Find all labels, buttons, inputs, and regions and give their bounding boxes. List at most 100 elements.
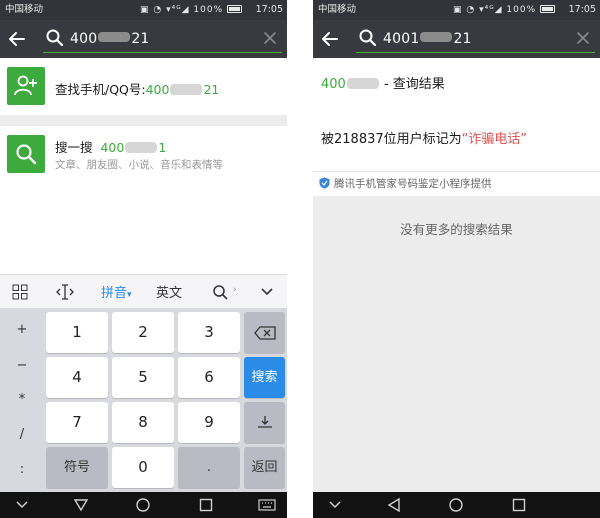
search-input[interactable]: 400 21 [43,25,282,53]
clear-icon[interactable] [575,30,591,46]
redacted-digits [170,84,203,95]
keyboard-icon[interactable] [258,497,276,513]
add-person-icon [14,75,37,96]
return-key[interactable]: 返回 [244,447,285,488]
search-icon [359,29,377,47]
query-suffix: 21 [453,31,472,47]
back-triangle-icon[interactable] [73,497,89,513]
home-circle-icon[interactable] [135,497,151,513]
section-divider [0,115,287,126]
symbol-key[interactable]: + [0,322,44,337]
sousou-row[interactable]: 搜一搜 400 1 文章、朋友圈、小说、音乐和表情等 [0,126,287,184]
backspace-key[interactable] [244,312,285,353]
number-prefix: 400 [145,82,170,97]
android-nav-bar [0,492,287,518]
find-contact-row[interactable]: 查找手机/QQ号:400 21 [0,58,287,115]
digit-key-9[interactable]: 9 [178,402,240,443]
status-bar: 中国移动 ▣ ◔ ▾⁴ᴳ◢ 100% 17:05 [0,0,287,20]
home-circle-icon[interactable] [448,497,464,513]
clear-icon[interactable] [262,30,278,46]
english-mode-tab[interactable]: 英文 [156,282,182,301]
more-arrow-icon[interactable]: › [233,285,237,295]
fraud-mark-text: 被218837位用户标记为“诈骗电话” [321,128,527,147]
search-icon [16,144,37,165]
android-nav-bar [313,492,600,518]
signal-icons: ▣ ◔ ▾⁴ᴳ◢ 100% [140,0,242,20]
add-contact-tile [7,67,45,105]
redacted-digits [420,32,453,42]
back-arrow-icon[interactable] [319,28,341,50]
recents-square-icon[interactable] [198,497,214,513]
numeric-keyboard: + − * / : 1 2 3 4 5 6 搜索 7 8 9 符号 0 . 返回 [0,308,287,492]
digit-key-2[interactable]: 2 [112,312,174,353]
back-arrow-icon[interactable] [6,28,28,50]
provider-text: 腾讯手机管家号码鉴定小程序提供 [334,178,492,190]
battery-icon [227,5,242,13]
digit-key-6[interactable]: 6 [178,357,240,398]
sousou-label: 搜一搜 [55,140,93,155]
status-bar: 中国移动 ▣ ◔ ▾⁴ᴳ◢ 100% 17:05 [313,0,600,20]
search-key[interactable]: 搜索 [244,357,285,398]
provider-note[interactable]: 腾讯手机管家号码鉴定小程序提供 [319,176,492,191]
digit-key-0[interactable]: 0 [112,447,174,488]
collapse-keyboard-icon[interactable] [260,286,274,298]
keyboard-search-icon[interactable] [212,284,229,301]
recents-square-icon[interactable] [511,497,527,513]
enter-key[interactable] [244,402,285,443]
digit-key-5[interactable]: 5 [112,357,174,398]
number-suffix: 1 [158,140,167,155]
query-prefix: 400 [70,31,98,47]
symbol-key[interactable]: − [0,358,44,373]
query-prefix: 4001 [383,31,420,47]
digit-key-7[interactable]: 7 [46,402,108,443]
mark-count-text: 被218837位用户标记为 [321,132,462,147]
no-more-results-text: 没有更多的搜索结果 [400,222,513,237]
symbol-key[interactable]: * [0,392,44,407]
keyboard-toolbar: 拼音▾ 英文 › [0,274,287,308]
pinyin-mode-tab[interactable]: 拼音▾ [101,282,132,301]
redacted-digits [346,78,379,89]
digit-key-1[interactable]: 1 [46,312,108,353]
symbols-key[interactable]: 符号 [46,447,108,488]
digit-key-4[interactable]: 4 [46,357,108,398]
chevron-down-icon[interactable] [14,497,30,513]
quote-close: ” [520,132,528,147]
find-contact-number: 400 21 [146,82,220,97]
digit-key-3[interactable]: 3 [178,312,240,353]
sousou-number: 400 1 [100,140,166,155]
result-title-suffix: - 查询结果 [383,77,445,92]
grid-menu-icon[interactable] [12,284,28,300]
symbol-key[interactable]: : [0,462,44,477]
dot-key[interactable]: . [178,447,240,488]
fraud-label: 诈骗电话 [468,132,521,147]
search-icon [46,29,64,47]
cursor-move-icon[interactable] [56,283,74,301]
carrier-label: 中国移动 [5,4,44,15]
right-phone-screen: 中国移动 ▣ ◔ ▾⁴ᴳ◢ 100% 17:05 4001 21 400 - 查询… [313,0,600,518]
clock: 17:05 [255,4,283,15]
symbol-key[interactable]: / [0,427,44,442]
empty-results-area [313,196,600,492]
number-prefix: 400 [100,140,125,155]
search-input[interactable]: 4001 21 [356,25,595,53]
shield-icon [319,177,330,189]
battery-icon [540,5,555,13]
clock: 17:05 [568,4,596,15]
find-contact-text: 查找手机/QQ号:400 21 [55,79,219,98]
search-query: 4001 21 [383,31,472,47]
divider [313,171,600,172]
symbol-column: + − * / : [0,308,44,492]
digit-key-8[interactable]: 8 [112,402,174,443]
chevron-down-icon[interactable] [327,497,343,513]
query-suffix: 21 [131,31,150,47]
pinyin-label: 拼音 [101,286,128,301]
chevron-down-icon: ▾ [127,290,132,300]
signal-icon: ▣ ◔ ▾⁴ᴳ◢ [140,5,190,15]
sousou-tile [7,135,45,173]
back-triangle-icon[interactable] [386,497,402,513]
battery-percent: 100% [193,5,224,15]
battery-percent: 100% [506,5,537,15]
signal-icons: ▣ ◔ ▾⁴ᴳ◢ 100% [453,0,555,20]
backspace-icon [253,325,276,340]
sousou-title: 搜一搜 400 1 [55,137,166,156]
